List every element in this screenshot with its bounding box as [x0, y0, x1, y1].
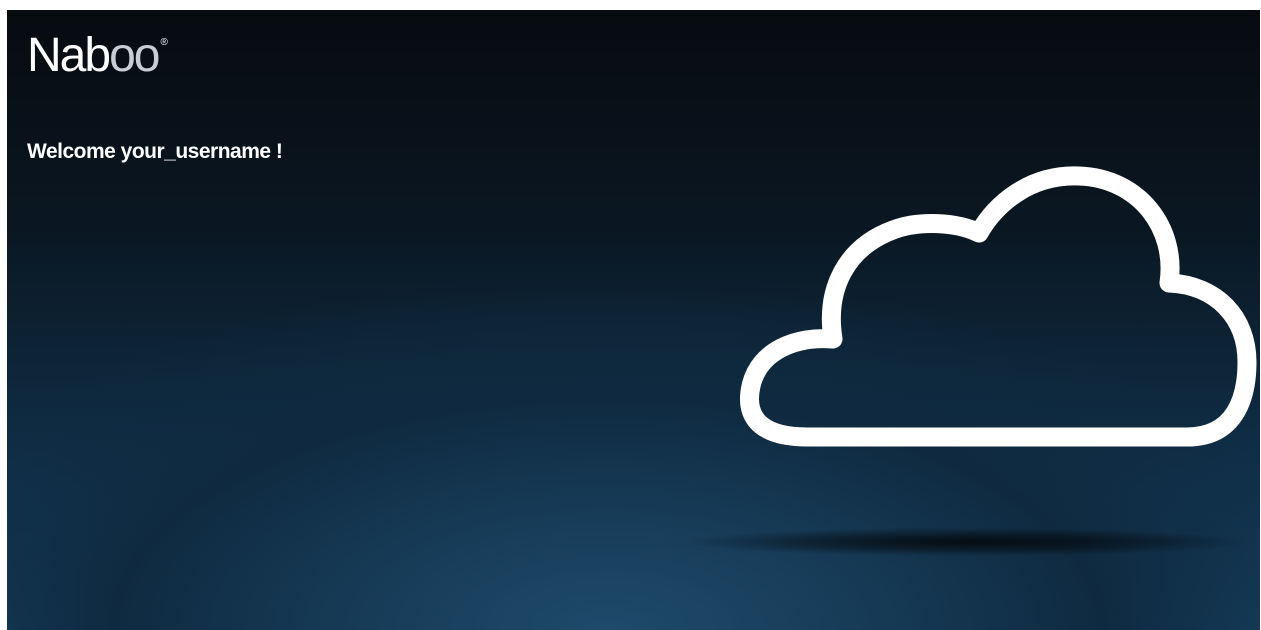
logo-text-main: Nab: [27, 29, 111, 82]
cloud-icon: [740, 166, 1257, 447]
registered-mark: ®: [160, 37, 168, 48]
naboo-logo: Naboo ®: [27, 29, 168, 82]
welcome-message: Welcome your_username !: [27, 140, 283, 163]
cloud-shadow: [687, 528, 1247, 556]
welcome-screen: Naboo ® Welcome your_username !: [7, 10, 1260, 630]
logo-text-accent: oo: [109, 29, 160, 82]
